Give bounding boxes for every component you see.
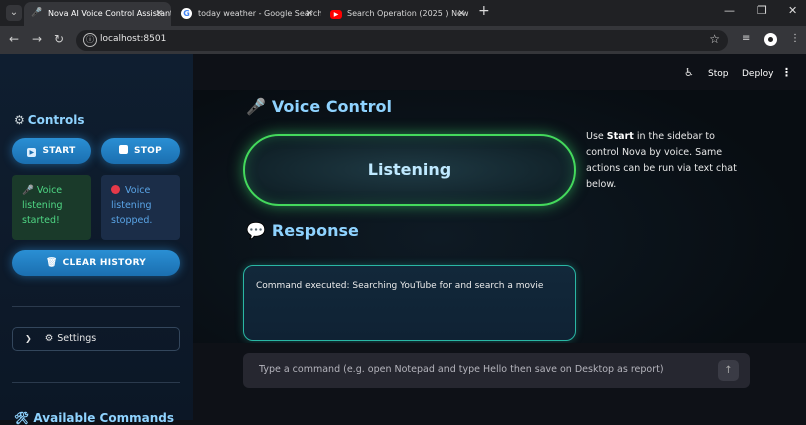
start-button[interactable]: ▶ START — [12, 138, 91, 164]
red-circle-icon — [111, 185, 120, 194]
profile-avatar[interactable] — [764, 33, 777, 46]
gear-icon: 🛠 — [14, 411, 30, 425]
tab-title: today weather - Google Search — [198, 9, 321, 18]
divider — [12, 382, 180, 383]
response-box: Command executed: Searching YouTube for … — [243, 265, 576, 341]
main-menu-icon[interactable]: ⋮ — [781, 66, 792, 79]
site-info-icon[interactable]: ⓘ — [83, 33, 97, 47]
stop-button[interactable]: STOP — [101, 138, 180, 164]
restore-icon[interactable]: ❐ — [757, 4, 767, 17]
stop-icon — [118, 145, 128, 154]
reload-icon[interactable]: ↻ — [54, 32, 64, 46]
play-icon: ▶ — [27, 148, 37, 157]
speech-bubble-icon: 💬 — [246, 221, 266, 240]
sidebar-title: ⚙ Controls — [14, 113, 85, 127]
browser-menu-icon[interactable]: ⋮ — [790, 33, 800, 44]
deploy-button[interactable]: Deploy — [742, 69, 774, 79]
back-icon[interactable]: ← — [9, 32, 19, 46]
close-tab-icon[interactable]: ✕ — [155, 2, 163, 26]
tab-title: Search Operation (2025 ) New — [347, 9, 469, 18]
arrow-up-icon: ↑ — [724, 365, 733, 376]
send-button[interactable]: ↑ — [718, 360, 739, 381]
tab-nova[interactable]: 🎤 Nova AI Voice Control Assistant ✕ — [24, 2, 171, 26]
response-heading: 💬 Response — [246, 221, 359, 240]
chat-placeholder: Type a command (e.g. open Notepad and ty… — [259, 364, 664, 375]
close-tab-icon[interactable]: ✕ — [305, 2, 313, 26]
minimize-icon[interactable]: — — [724, 4, 735, 17]
tab-google[interactable]: G today weather - Google Search ✕ — [174, 2, 321, 26]
tab-title: Nova AI Voice Control Assistant — [48, 9, 171, 18]
clear-history-button[interactable]: 🗑 CLEAR HISTORY — [12, 250, 180, 276]
available-commands-heading: 🛠 Available Commands — [14, 411, 174, 425]
new-tab-icon[interactable]: + — [478, 3, 490, 19]
address-bar-row: ← → ↻ ⓘ localhost:8501 ☆ ≡ ⋮ — [0, 26, 806, 54]
listening-status: Listening — [243, 134, 576, 206]
settings-expander[interactable]: ❯ ⚙ Settings — [12, 327, 180, 351]
bookmark-star-icon[interactable]: ☆ — [709, 32, 720, 46]
forward-icon[interactable]: → — [32, 32, 42, 46]
close-window-icon[interactable]: ✕ — [788, 4, 797, 17]
divider — [12, 306, 180, 307]
tab-youtube[interactable]: ▶ Search Operation (2025 ) New ✕ — [323, 2, 473, 26]
close-tab-icon[interactable]: ✕ — [457, 2, 465, 26]
microphone-icon: 🎤 — [22, 185, 34, 196]
gear-icon: ⚙ — [44, 333, 54, 344]
microphone-icon: 🎤 — [31, 8, 43, 18]
browser-tab-bar: ⌄ 🎤 Nova AI Voice Control Assistant ✕ G … — [0, 0, 806, 26]
trash-icon: 🗑 — [45, 258, 58, 268]
chat-input[interactable]: Type a command (e.g. open Notepad and ty… — [243, 353, 750, 388]
toolbar-stop-button[interactable]: Stop — [708, 69, 728, 79]
running-man-icon: ♿ — [684, 66, 694, 79]
url-input[interactable]: ⓘ localhost:8501 ☆ — [76, 30, 728, 51]
reading-list-icon[interactable]: ≡ — [742, 33, 750, 44]
url-text: localhost:8501 — [100, 34, 167, 44]
gear-icon: ⚙ — [14, 113, 25, 127]
voice-hint-text: Use Start in the sidebar to control Nova… — [586, 131, 737, 190]
response-text: Command executed: Searching YouTube for … — [256, 281, 544, 291]
alert-stopped: Voice listening stopped. — [101, 175, 180, 240]
microphone-icon: 🎤 — [246, 97, 266, 116]
alert-started: 🎤 Voice listening started! — [12, 175, 91, 240]
google-icon: G — [181, 8, 192, 19]
chevron-right-icon: ❯ — [25, 334, 32, 343]
youtube-icon: ▶ — [330, 10, 342, 19]
tab-search-menu-icon[interactable]: ⌄ — [6, 5, 22, 21]
voice-control-heading: 🎤 Voice Control — [246, 97, 392, 116]
